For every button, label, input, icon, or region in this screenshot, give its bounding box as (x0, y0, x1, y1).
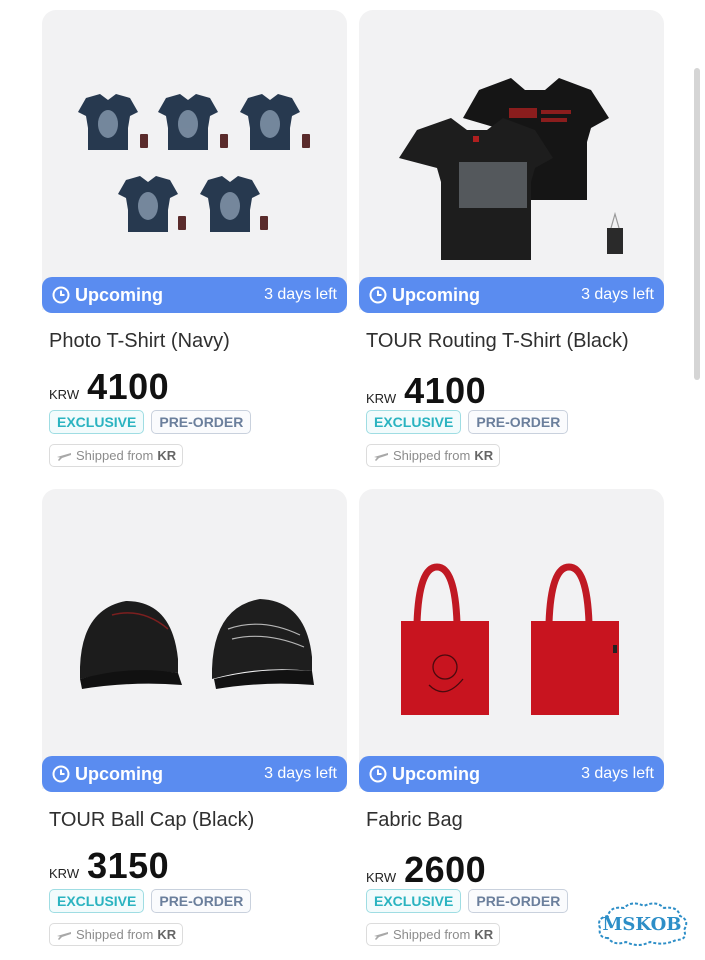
product-title[interactable]: Fabric Bag (366, 809, 463, 832)
product-card[interactable]: Upcoming 3 days left Fabric Bag KRW 2600… (359, 489, 664, 960)
status-label: Upcoming (75, 763, 163, 784)
exclusive-badge: EXCLUSIVE (366, 410, 462, 434)
status-bar: Upcoming 3 days left (42, 756, 347, 792)
shipped-from-tag: Shipped from KR (49, 923, 184, 946)
product-title[interactable]: TOUR Ball Cap (Black) (49, 809, 254, 832)
price-row: KRW 4100 (49, 366, 169, 408)
exclusive-badge: EXCLUSIVE (49, 410, 145, 434)
badges: EXCLUSIVE PRE-ORDER (49, 410, 252, 434)
exclusive-badge: EXCLUSIVE (49, 889, 145, 913)
preorder-badge: PRE-ORDER (468, 410, 569, 434)
airplane-icon (374, 452, 388, 461)
shipped-country: KR (157, 448, 177, 463)
currency-label: KRW (366, 870, 397, 885)
watermark-text: MSKOB (602, 913, 682, 935)
clock-icon (369, 765, 387, 783)
product-image[interactable] (42, 489, 347, 789)
shipped-prefix: Shipped from (76, 448, 154, 463)
airplane-icon (57, 931, 71, 940)
product-grid: Upcoming 3 days left Photo T-Shirt (Navy… (0, 0, 705, 960)
preorder-badge: PRE-ORDER (151, 410, 252, 434)
price-value: 2600 (404, 849, 487, 890)
badges: EXCLUSIVE PRE-ORDER (49, 889, 252, 913)
currency-label: KRW (49, 387, 80, 402)
shipped-prefix: Shipped from (76, 927, 154, 942)
product-title[interactable]: Photo T-Shirt (Navy) (49, 330, 230, 353)
product-card[interactable]: Upcoming 3 days left Photo T-Shirt (Navy… (42, 10, 347, 480)
status-label: Upcoming (75, 284, 163, 305)
days-left: 3 days left (264, 286, 337, 303)
product-image[interactable] (42, 10, 347, 310)
shipped-country: KR (474, 448, 494, 463)
clock-icon (52, 765, 70, 783)
clock-icon (52, 286, 70, 304)
product-image[interactable] (359, 489, 664, 789)
days-left: 3 days left (581, 765, 654, 782)
clock-icon (369, 286, 387, 304)
shipped-prefix: Shipped from (393, 927, 471, 942)
product-card[interactable]: Upcoming 3 days left TOUR Ball Cap (Blac… (42, 489, 347, 960)
currency-label: KRW (366, 391, 397, 406)
product-image[interactable] (359, 10, 664, 310)
status-label: Upcoming (392, 763, 480, 784)
tote-bag-image (401, 563, 619, 715)
status-label: Upcoming (392, 284, 480, 305)
shipped-from-tag: Shipped from KR (49, 444, 184, 467)
status-bar: Upcoming 3 days left (42, 277, 347, 313)
product-card[interactable]: Upcoming 3 days left TOUR Routing T-Shir… (359, 10, 664, 480)
black-tshirt-image (399, 78, 623, 260)
ball-cap-image (80, 599, 314, 689)
shipped-prefix: Shipped from (393, 448, 471, 463)
airplane-icon (57, 452, 71, 461)
badges: EXCLUSIVE PRE-ORDER (366, 889, 569, 913)
days-left: 3 days left (581, 286, 654, 303)
preorder-badge: PRE-ORDER (468, 889, 569, 913)
price-value: 4100 (87, 366, 170, 407)
scrollbar[interactable] (694, 68, 700, 380)
price-value: 4100 (404, 370, 487, 411)
navy-tshirt-image (78, 94, 310, 232)
status-bar: Upcoming 3 days left (359, 277, 664, 313)
shipped-country: KR (157, 927, 177, 942)
airplane-icon (374, 931, 388, 940)
shipped-from-tag: Shipped from KR (366, 923, 501, 946)
currency-label: KRW (49, 866, 80, 881)
preorder-badge: PRE-ORDER (151, 889, 252, 913)
exclusive-badge: EXCLUSIVE (366, 889, 462, 913)
price-row: KRW 4100 (366, 370, 486, 412)
shipped-country: KR (474, 927, 494, 942)
status-bar: Upcoming 3 days left (359, 756, 664, 792)
product-title[interactable]: TOUR Routing T-Shirt (Black) (366, 330, 629, 353)
price-row: KRW 2600 (366, 849, 486, 891)
price-row: KRW 3150 (49, 845, 169, 887)
days-left: 3 days left (264, 765, 337, 782)
shipped-from-tag: Shipped from KR (366, 444, 501, 467)
watermark-logo: MSKOB (594, 900, 690, 948)
badges: EXCLUSIVE PRE-ORDER (366, 410, 569, 434)
price-value: 3150 (87, 845, 170, 886)
